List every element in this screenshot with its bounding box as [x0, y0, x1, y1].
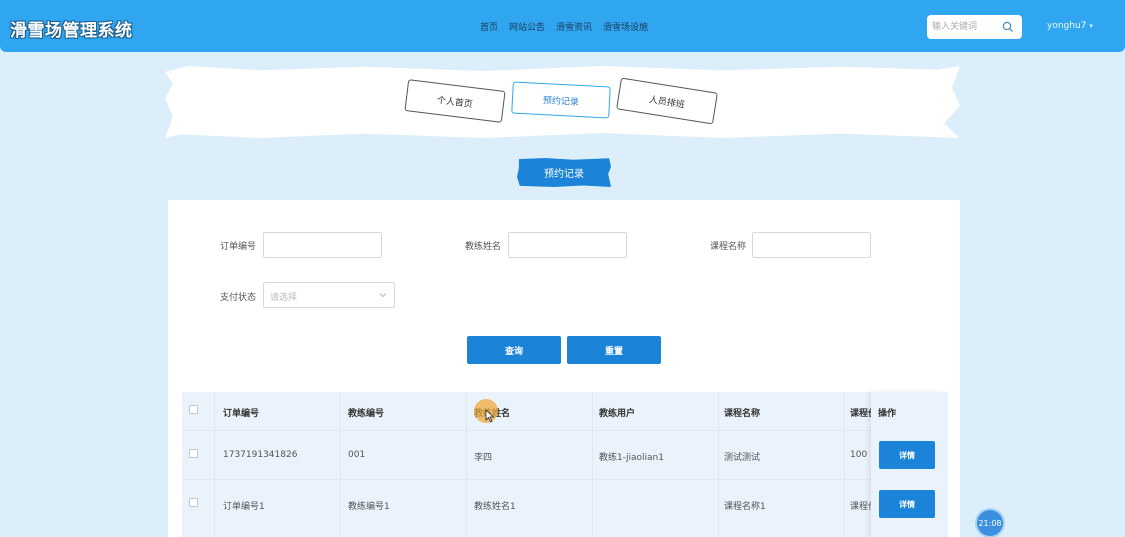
nav-home[interactable]: 首页 [480, 20, 498, 33]
tab-booking-records[interactable]: 预约记录 [511, 81, 611, 119]
search-box [927, 15, 1022, 39]
actions-column: 操作 详情 详情 [871, 392, 948, 537]
top-bar: 滑雪场管理系统 首页 网站公告 滑雪资讯 滑雪场设施 yonghu7▾ [0, 0, 1125, 52]
chevron-down-icon [379, 293, 387, 298]
cell-course-name: 课程名称1 [724, 502, 766, 512]
course-name-field [752, 232, 871, 258]
cell-course-price: 100 [850, 450, 868, 460]
tab-label: 人员排班 [648, 94, 686, 111]
search-icon[interactable] [1002, 21, 1014, 33]
table-row: 1737191341826 001 李四 教练1-jiaolian1 测试测试 … [182, 431, 948, 480]
table-row: 订单编号1 教练编号1 教练姓名1 课程名称1 课程价 [182, 480, 948, 528]
order-no-label: 订单编号 [220, 242, 257, 252]
tab-label: 个人首页 [436, 95, 474, 110]
pay-status-select[interactable]: 请选择 [263, 282, 395, 308]
nav-ski-facilities[interactable]: 滑雪场设施 [603, 20, 648, 33]
cell-coach-user: 教练1-jiaolian1 [599, 453, 664, 463]
section-title: 预约记录 [517, 158, 611, 187]
user-menu[interactable]: yonghu7 ▾ [1047, 21, 1093, 31]
header-course-name: 课程名称 [724, 409, 761, 419]
detail-button[interactable]: 详情 [879, 490, 935, 518]
select-placeholder: 请选择 [270, 293, 298, 303]
order-no-input[interactable] [264, 234, 381, 258]
cell-coach-name: 教练姓名1 [474, 502, 516, 512]
pay-status-label: 支付状态 [220, 293, 257, 303]
records-table: 订单编号 教练编号 教练姓名 教练用户 课程名称 课程价 17371913418… [182, 392, 948, 537]
row-checkbox[interactable] [189, 498, 198, 507]
cell-coach-no: 001 [348, 450, 366, 460]
coach-name-label: 教练姓名 [465, 242, 502, 252]
nav-announcements[interactable]: 网站公告 [509, 20, 545, 33]
cell-order-no: 1737191341826 [223, 450, 298, 460]
mouse-pointer-icon [485, 409, 495, 423]
username: yonghu7 [1047, 21, 1087, 31]
search-input[interactable] [932, 20, 1000, 34]
cell-course-name: 测试测试 [724, 453, 761, 463]
records-panel: 订单编号 教练姓名 课程名称 支付状态 请选择 查询 重置 订单编号 教练编号 … [168, 200, 960, 537]
course-name-label: 课程名称 [710, 242, 747, 252]
tab-label: 预约记录 [542, 95, 580, 108]
coach-name-field [508, 232, 627, 258]
table-header-row: 订单编号 教练编号 教练姓名 教练用户 课程名称 课程价 [182, 392, 948, 431]
chevron-down-icon: ▾ [1089, 22, 1093, 30]
course-name-input[interactable] [753, 234, 870, 258]
nav-ski-news[interactable]: 滑雪资讯 [556, 20, 592, 33]
row-checkbox[interactable] [189, 449, 198, 458]
order-no-field [263, 232, 382, 258]
detail-button[interactable]: 详情 [879, 441, 935, 469]
header-order-no: 订单编号 [223, 409, 260, 419]
header-actions: 操作 [878, 409, 897, 419]
header-coach-user: 教练用户 [599, 409, 636, 419]
select-all-checkbox[interactable] [189, 405, 198, 414]
clock-badge: 21:08 [977, 510, 1003, 536]
cell-order-no: 订单编号1 [223, 502, 265, 512]
cell-coach-no: 教练编号1 [348, 502, 390, 512]
header-coach-no: 教练编号 [348, 409, 385, 419]
cell-coach-name: 李四 [474, 453, 493, 463]
main-nav: 首页 网站公告 滑雪资讯 滑雪场设施 [480, 20, 648, 33]
app-title: 滑雪场管理系统 [10, 21, 133, 41]
query-button[interactable]: 查询 [467, 336, 561, 364]
coach-name-input[interactable] [509, 234, 626, 258]
reset-button[interactable]: 重置 [567, 336, 661, 364]
